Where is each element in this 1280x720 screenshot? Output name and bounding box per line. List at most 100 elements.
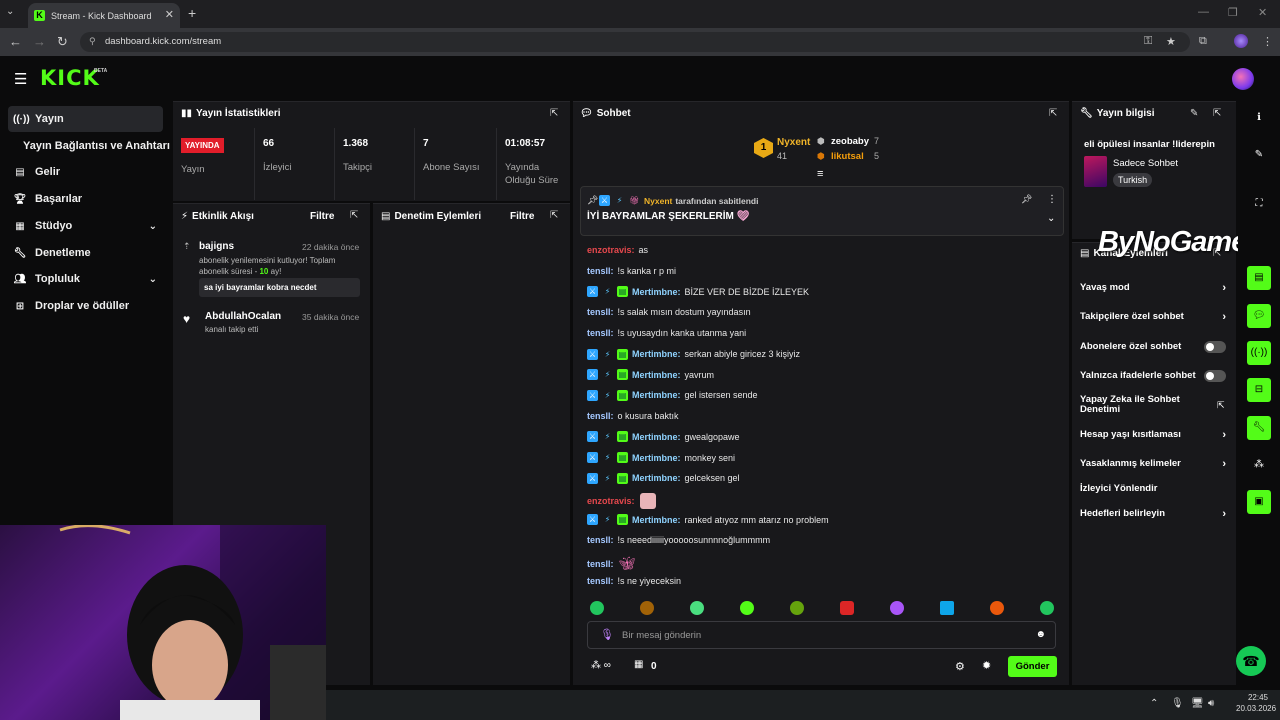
store-icon[interactable]: ▦ — [634, 659, 643, 670]
action-followers-only[interactable]: Takipçilere özel sohbet › — [1080, 311, 1230, 323]
emote-icon[interactable] — [990, 601, 1004, 615]
focus-icon[interactable]: ⛶ — [1247, 192, 1271, 216]
chat-username[interactable]: enzotravis: — [587, 496, 635, 506]
popout-icon[interactable]: ⇱ — [1213, 108, 1221, 119]
kick-logo[interactable]: KICK — [40, 66, 100, 90]
chat-username[interactable]: Mertimbne: — [632, 432, 681, 442]
tray-chevron-icon[interactable]: ⌃ — [1150, 698, 1158, 709]
chat-username[interactable]: tensll: — [587, 535, 614, 545]
reload-icon[interactable]: ↻ — [57, 34, 68, 50]
new-tab-icon[interactable]: + — [188, 5, 196, 21]
emote-icon[interactable] — [690, 601, 704, 615]
emote-icon[interactable] — [740, 601, 754, 615]
edit-icon[interactable]: ✎ — [1247, 143, 1271, 167]
chat-username[interactable]: Mertimbne: — [632, 370, 681, 380]
popout-icon[interactable]: ⇱ — [350, 210, 358, 221]
sidebar-item-droplar[interactable]: ⊞ Droplar ve ödüller — [8, 293, 163, 319]
url-field[interactable]: ⚲ dashboard.kick.com/stream — [80, 32, 1190, 52]
pinned-by-name[interactable]: Nyxent — [644, 196, 672, 206]
emote-icon[interactable] — [640, 601, 654, 615]
chat-icon[interactable]: 💬︎ — [1247, 304, 1271, 328]
chat-username[interactable]: Mertimbne: — [632, 515, 681, 525]
info-icon[interactable]: ℹ — [1247, 106, 1271, 130]
emoji-picker-icon[interactable]: ☻ — [1035, 629, 1046, 640]
popout-icon[interactable]: ⇱ — [550, 108, 558, 119]
mod-tools-icon[interactable]: ✹ — [982, 659, 991, 672]
forward-icon[interactable]: → — [33, 34, 46, 49]
send-button[interactable]: Gönder — [1008, 656, 1057, 677]
expand-leaderboard-icon[interactable]: ≡ — [817, 168, 823, 180]
clock[interactable]: 22:45 20.03.2026 — [1236, 693, 1276, 713]
event-username[interactable]: AbdullahOcalan — [205, 311, 281, 322]
emote-only-toggle[interactable] — [1204, 369, 1226, 382]
gifter-name[interactable]: likutsal — [831, 151, 864, 162]
chat-username[interactable]: Mertimbne: — [632, 349, 681, 359]
moderation-filter-button[interactable]: Filtre — [510, 211, 534, 222]
notes-icon[interactable]: ▤ — [1247, 266, 1271, 290]
browser-menu-icon[interactable]: ⋮ — [1262, 35, 1273, 48]
broadcast-icon[interactable]: ((·)) — [1247, 341, 1271, 365]
sidebar-item-basarilar[interactable]: 🏆︎ Başarılar — [8, 186, 163, 212]
sidebar-item-yayin[interactable]: ((·)) Yayın — [8, 106, 163, 132]
chat-username[interactable]: tensll: — [587, 411, 614, 421]
emote-icon[interactable] — [790, 601, 804, 615]
community-icon[interactable]: ⁂ — [1247, 453, 1271, 477]
chat-username[interactable]: tensll: — [587, 266, 614, 276]
action-ai-moderation[interactable]: Yapay Zeka ile Sohbet Denetimi — [1080, 395, 1200, 415]
microphone-icon[interactable]: 🎙︎ — [600, 628, 614, 641]
chat-settings-icon[interactable]: ⚙ — [955, 660, 965, 673]
subscribers-only-toggle[interactable] — [1204, 340, 1226, 353]
emote-icon[interactable] — [940, 601, 954, 615]
action-raid[interactable]: İzleyici Yönlendir — [1080, 483, 1230, 494]
network-icon[interactable]: 🖥︎ — [1191, 698, 1204, 709]
chat-username[interactable]: tensll: — [587, 559, 614, 569]
event-username[interactable]: bajigns — [199, 241, 234, 252]
sidebar-item-stream-key[interactable]: Yayın Bağlantısı ve Anahtarı — [18, 133, 170, 159]
popout-icon[interactable]: ⇱ — [1049, 108, 1057, 119]
action-account-age[interactable]: Hesap yaşı kısıtlaması › — [1080, 429, 1230, 441]
maximize-icon[interactable]: ❐ — [1228, 6, 1238, 19]
layout-icon[interactable]: ⊟ — [1247, 378, 1271, 402]
sidebar-item-gelir[interactable]: ▤ Gelir — [8, 159, 163, 185]
menu-icon[interactable]: ☰ — [14, 70, 27, 88]
more-options-icon[interactable]: ⋮ — [1047, 194, 1057, 205]
user-avatar[interactable] — [1232, 68, 1254, 90]
chat-username[interactable]: tensll: — [587, 576, 614, 586]
close-tab-icon[interactable]: ✕ — [165, 8, 174, 21]
tab-search-icon[interactable]: ⌄ — [6, 6, 14, 17]
back-icon[interactable]: ← — [9, 34, 22, 49]
sidebar-item-studyo[interactable]: ▦ Stüdyo ⌄ — [8, 213, 163, 239]
browser-profile-avatar[interactable] — [1234, 34, 1248, 48]
sidebar-item-denetleme[interactable]: 🔧︎ Denetleme — [8, 240, 163, 266]
volume-icon[interactable]: 🔊︎ — [1208, 698, 1214, 709]
site-info-icon[interactable]: ⚲ — [89, 36, 96, 47]
wrench-icon[interactable]: 🔧︎ — [1247, 416, 1271, 440]
action-banned-words[interactable]: Yasaklanmış kelimeler › — [1080, 458, 1230, 470]
chat-username[interactable]: Mertimbne: — [632, 287, 681, 297]
bookmark-star-icon[interactable]: ★ — [1166, 35, 1176, 48]
help-chat-icon[interactable]: ☎ — [1236, 646, 1266, 676]
emote-icon[interactable] — [890, 601, 904, 615]
chat-username[interactable]: Mertimbne: — [632, 390, 681, 400]
emote-icon[interactable] — [840, 601, 854, 615]
category-thumbnail[interactable] — [1084, 156, 1107, 187]
activity-filter-button[interactable]: Filtre — [310, 211, 334, 222]
microphone-tray-icon[interactable]: 🎙︎ — [1171, 698, 1184, 709]
chat-username[interactable]: enzotravis: — [587, 245, 635, 255]
sidebar-item-topluluk[interactable]: 👥︎ Topluluk ⌄ — [8, 266, 163, 292]
external-link-icon[interactable]: ⇱ — [1217, 400, 1225, 411]
app-icon[interactable]: ▣ — [1247, 490, 1271, 514]
chat-username[interactable]: Mertimbne: — [632, 453, 681, 463]
action-slow-mode[interactable]: Yavaş mod › — [1080, 282, 1230, 294]
top-gifter-name[interactable]: Nyxent — [777, 137, 810, 148]
chat-username[interactable]: Mertimbne: — [632, 473, 681, 483]
edit-icon[interactable]: ✎ — [1190, 108, 1198, 119]
minimize-icon[interactable]: — — [1198, 6, 1209, 18]
points-icon[interactable]: ⁂ ∞ — [591, 660, 611, 671]
popout-icon[interactable]: ⇱ — [550, 210, 558, 221]
chat-username[interactable]: tensll: — [587, 307, 614, 317]
extensions-icon[interactable]: ⧉ — [1199, 35, 1207, 48]
browser-tab[interactable]: K Stream - Kick Dashboard ✕ — [28, 3, 180, 28]
unpin-icon[interactable]: 📌︎ — [1021, 194, 1032, 205]
chat-message-input[interactable]: 🎙︎ Bir mesaj gönderin ☻ — [587, 621, 1056, 649]
